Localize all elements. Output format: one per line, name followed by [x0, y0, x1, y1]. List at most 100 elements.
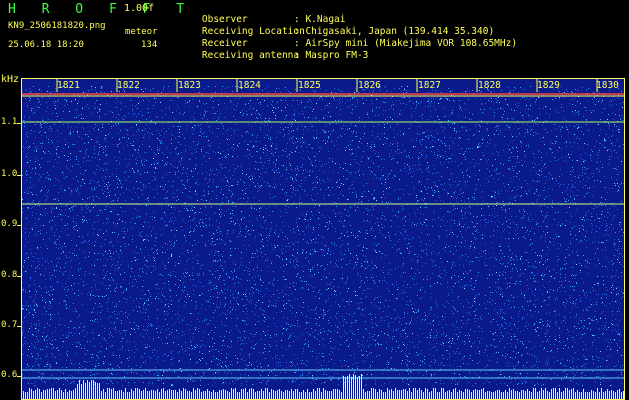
intensity-bar: [569, 390, 570, 400]
intensity-bar: [245, 388, 246, 400]
intensity-bar: [487, 391, 488, 400]
intensity-bar: [435, 388, 436, 400]
intensity-bar: [533, 388, 534, 400]
spectrogram-plot[interactable]: [21, 78, 625, 400]
intensity-bar: [459, 390, 460, 400]
intensity-bar: [299, 392, 300, 400]
intensity-bar: [535, 388, 536, 400]
intensity-bar: [321, 392, 322, 400]
intensity-bar: [603, 392, 604, 400]
intensity-bar: [95, 382, 96, 400]
intensity-bar: [223, 389, 224, 400]
y-tick-mark: [17, 326, 21, 327]
intensity-bar: [475, 389, 476, 400]
intensity-bar: [75, 388, 76, 400]
intensity-bar: [367, 391, 368, 400]
intensity-bar: [65, 389, 66, 400]
intensity-bar: [121, 390, 122, 400]
file-datetime: 25.06.18 18:20: [8, 40, 84, 50]
intensity-bar: [409, 388, 410, 400]
intensity-bar: [69, 390, 70, 400]
intensity-bar: [157, 389, 158, 400]
intensity-bar: [271, 389, 272, 400]
intensity-bar: [443, 388, 444, 400]
intensity-bar: [313, 389, 314, 400]
intensity-bar: [133, 391, 134, 400]
intensity-bar: [57, 390, 58, 400]
intensity-bar: [215, 392, 216, 400]
intensity-bar: [287, 390, 288, 400]
intensity-bar: [315, 391, 316, 400]
intensity-bar: [147, 391, 148, 400]
intensity-bar: [445, 392, 446, 400]
intensity-bar: [335, 389, 336, 400]
intensity-bar: [129, 392, 130, 400]
intensity-bar: [371, 388, 372, 400]
intensity-bar: [391, 389, 392, 400]
intensity-bar: [543, 390, 544, 400]
intensity-bar: [213, 390, 214, 400]
intensity-bar: [137, 388, 138, 400]
y-tick-label: 0.8: [1, 270, 18, 280]
intensity-bar: [423, 392, 424, 400]
intensity-bar: [325, 390, 326, 400]
intensity-bar: [131, 389, 132, 400]
intensity-bar: [33, 391, 34, 400]
intensity-bar: [39, 389, 40, 400]
intensity-bar: [379, 389, 380, 400]
intensity-bar: [187, 391, 188, 400]
intensity-bar: [381, 390, 382, 400]
y-tick-mark: [17, 175, 21, 176]
intensity-bar: [373, 388, 374, 400]
intensity-bar: [171, 390, 172, 400]
intensity-bar: [27, 392, 28, 400]
intensity-bar: [317, 388, 318, 400]
intensity-bar: [427, 389, 428, 400]
intensity-bar: [389, 390, 390, 400]
intensity-bar: [71, 391, 72, 400]
intensity-bar: [357, 377, 358, 400]
intensity-bar: [571, 389, 572, 400]
intensity-bar: [587, 392, 588, 400]
intensity-bar: [267, 388, 268, 400]
intensity-bar: [241, 389, 242, 400]
intensity-bar: [447, 391, 448, 400]
intensity-bar: [141, 391, 142, 400]
intensity-bar: [537, 392, 538, 400]
intensity-bar: [203, 391, 204, 400]
intensity-bar: [575, 392, 576, 400]
intensity-bar: [263, 391, 264, 400]
intensity-bar: [365, 392, 366, 400]
intensity-bar: [355, 375, 356, 400]
intensity-bar: [269, 392, 270, 400]
intensity-bar: [361, 374, 362, 400]
intensity-bar: [219, 390, 220, 400]
intensity-bar: [525, 391, 526, 400]
intensity-bar: [393, 391, 394, 400]
intensity-bar: [45, 390, 46, 400]
intensity-bar: [233, 389, 234, 400]
intensity-bar: [73, 390, 74, 400]
intensity-bar: [483, 388, 484, 400]
intensity-bar: [597, 388, 598, 400]
intensity-bar: [301, 392, 302, 400]
intensity-bar: [429, 392, 430, 400]
intensity-bar: [457, 392, 458, 400]
intensity-bar: [125, 388, 126, 400]
intensity-bar: [547, 391, 548, 400]
intensity-bar: [307, 389, 308, 400]
intensity-bar: [551, 389, 552, 400]
y-axis-unit: kHz: [1, 74, 20, 85]
intensity-bar: [333, 389, 334, 400]
intensity-bar: [227, 391, 228, 400]
intensity-bar: [407, 391, 408, 400]
intensity-bar: [481, 389, 482, 400]
intensity-bar: [599, 392, 600, 400]
info-antenna: Receiving antenna: Maspro FM-3: [179, 39, 368, 72]
y-tick-mark: [17, 123, 21, 124]
intensity-bar: [23, 391, 24, 400]
intensity-bar: [155, 391, 156, 400]
intensity-bar: [323, 388, 324, 400]
intensity-bar: [77, 384, 78, 400]
intensity-bar: [119, 390, 120, 400]
